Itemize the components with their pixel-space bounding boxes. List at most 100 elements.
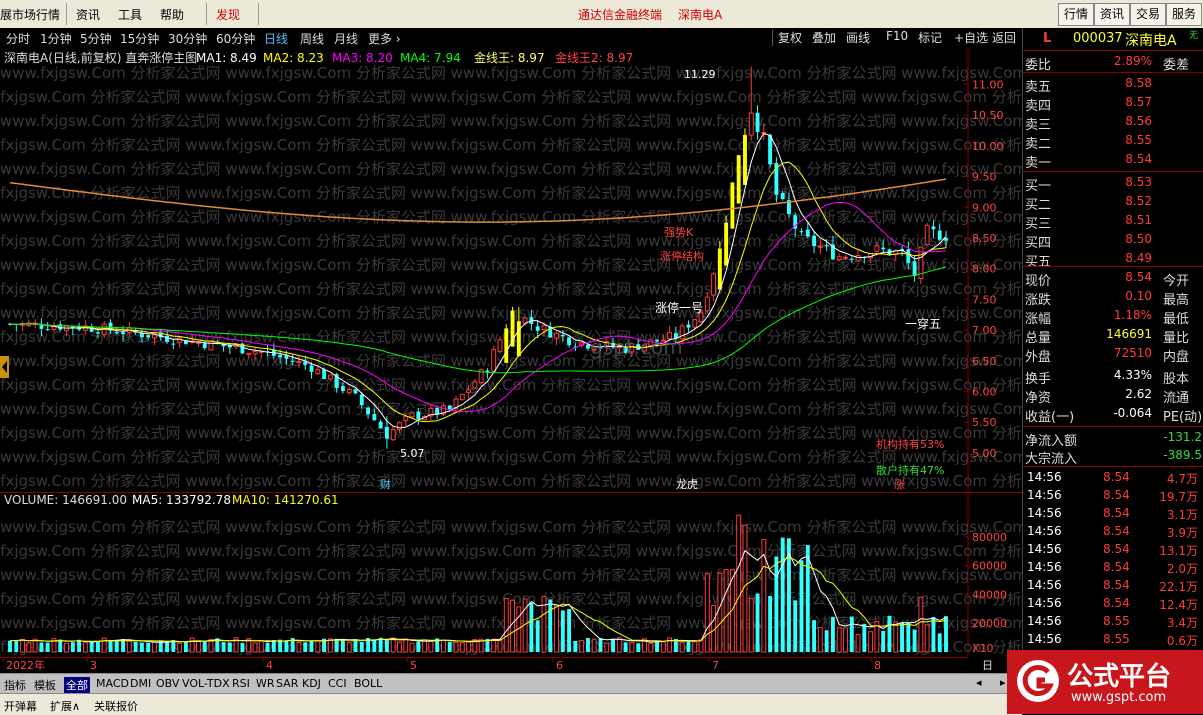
tool-mark[interactable]: 标记 bbox=[918, 29, 942, 46]
tick-price: 8.54 bbox=[1103, 560, 1130, 574]
period-monthly[interactable]: 月线 bbox=[334, 30, 358, 47]
trade-button[interactable]: 交易 bbox=[1130, 3, 1166, 26]
tool-f10[interactable]: F10 bbox=[886, 29, 908, 43]
tick-time: 14:56 bbox=[1027, 524, 1062, 538]
volume-bar bbox=[918, 596, 924, 653]
tool-draw-line[interactable]: 画线 bbox=[846, 29, 870, 46]
stat-value: 2.62 bbox=[1125, 387, 1152, 401]
institution-holding: 机构持有53% bbox=[876, 437, 944, 451]
period-weekly[interactable]: 周线 bbox=[300, 30, 324, 47]
stat-value: 8.54 bbox=[1125, 270, 1152, 284]
toggle-barrage[interactable]: 开弹幕 bbox=[4, 698, 37, 714]
tab-obv[interactable]: OBV bbox=[156, 677, 179, 690]
volume-bar bbox=[77, 639, 82, 652]
stat-row: 换手 4.33% 股本 bbox=[1023, 367, 1203, 387]
tool-restore-rights[interactable]: 复权 bbox=[778, 29, 802, 46]
watermark-text: www.fxjgsw.Com 分析家公式网 www.fxjgsw.Com 分析家… bbox=[0, 352, 1022, 370]
service-button[interactable]: 服务 bbox=[1166, 3, 1202, 26]
period-daily[interactable]: 日线 bbox=[264, 30, 288, 47]
candle-body bbox=[780, 192, 785, 200]
tool-overlay[interactable]: 叠加 bbox=[812, 29, 836, 46]
tab-rsi[interactable]: RSI bbox=[232, 677, 250, 690]
candle-body bbox=[459, 393, 465, 401]
price-tick-label: 5.50 bbox=[972, 416, 997, 429]
period-5min[interactable]: 5分钟 bbox=[80, 30, 112, 47]
menu-discover[interactable]: 发现 bbox=[216, 6, 240, 23]
tick-price: 8.54 bbox=[1103, 470, 1130, 484]
menu-market[interactable]: 展市场行情 bbox=[0, 6, 60, 23]
watermark-text: www.fxjgsw.Com 分析家公式网 www.fxjgsw.Com 分析家… bbox=[0, 64, 1022, 82]
candle-body bbox=[397, 422, 402, 431]
buy-price: 8.51 bbox=[1125, 213, 1152, 227]
period-fenshi[interactable]: 分时 bbox=[6, 30, 30, 47]
volume-bar bbox=[315, 640, 321, 653]
period-30min[interactable]: 30分钟 bbox=[168, 30, 207, 47]
volume-bar bbox=[893, 621, 899, 653]
news-button[interactable]: 资讯 bbox=[1094, 3, 1130, 26]
period-60min[interactable]: 60分钟 bbox=[216, 30, 255, 47]
buy-level-label: 买三 bbox=[1025, 217, 1052, 232]
price-tick-label: 7.00 bbox=[972, 324, 997, 337]
menu-help[interactable]: 帮助 bbox=[160, 6, 184, 23]
menu-news[interactable]: 资讯 bbox=[76, 6, 100, 23]
tab-sar[interactable]: SAR bbox=[276, 677, 298, 690]
volume-bar bbox=[812, 620, 817, 652]
tick-price: 8.54 bbox=[1103, 506, 1130, 520]
candle-body bbox=[246, 352, 252, 355]
volume-bar bbox=[774, 556, 779, 652]
expand-button[interactable]: 扩展∧ bbox=[50, 698, 80, 714]
left-scroll-handle[interactable] bbox=[0, 356, 9, 378]
tab-vol-tdx[interactable]: VOL-TDX bbox=[182, 677, 230, 690]
volume-bar bbox=[334, 638, 339, 652]
tick-time: 14:56 bbox=[1027, 470, 1062, 484]
volume-bar bbox=[548, 599, 553, 652]
volume-bar bbox=[284, 640, 289, 652]
volume-bar bbox=[862, 623, 867, 652]
stat-label-secondary: 最高 bbox=[1163, 293, 1190, 308]
period-more[interactable]: 更多 › bbox=[368, 30, 401, 47]
tick-row: 14:56 8.54 4.7万 bbox=[1023, 469, 1203, 487]
volume-bar bbox=[686, 641, 691, 652]
related-quote[interactable]: 关联报价 bbox=[94, 698, 138, 714]
tool-back[interactable]: 返回 bbox=[992, 29, 1016, 46]
volume-bar bbox=[510, 599, 515, 653]
event-mark-cai[interactable]: 财 bbox=[380, 477, 391, 491]
tool-add-favorite[interactable]: +自选 bbox=[954, 29, 988, 46]
price-tick-label: 9.00 bbox=[972, 201, 997, 214]
candle-body bbox=[466, 389, 472, 393]
tab-indicator[interactable]: 指标 bbox=[4, 677, 26, 693]
kline-chart[interactable]: www.fxjgsw.Com 分析家公式网 www.fxjgsw.Com 分析家… bbox=[0, 48, 1022, 492]
tab-cci[interactable]: CCI bbox=[328, 677, 347, 690]
volume-bar bbox=[793, 600, 798, 652]
tab-macd[interactable]: MACD bbox=[96, 677, 129, 690]
period-15min[interactable]: 15分钟 bbox=[120, 30, 159, 47]
volume-chart[interactable]: www.fxjgsw.Com 分析家公式网 www.fxjgsw.Com 分析家… bbox=[0, 492, 1022, 657]
scroll-right-icon[interactable]: ▸ bbox=[1000, 676, 1006, 689]
tab-wr[interactable]: WR bbox=[256, 677, 275, 690]
sell-order-row: 卖二 8.55 bbox=[1023, 132, 1203, 152]
tab-kdj[interactable]: KDJ bbox=[302, 677, 321, 690]
volume-bar bbox=[58, 639, 63, 652]
scroll-left-icon[interactable]: ◂ bbox=[976, 676, 982, 689]
event-mark-zhang[interactable]: 涨 bbox=[894, 478, 905, 491]
volume-bar bbox=[887, 615, 892, 652]
tick-time: 14:56 bbox=[1027, 614, 1062, 628]
candle-body bbox=[567, 337, 572, 346]
tab-boll[interactable]: BOLL bbox=[354, 677, 382, 690]
volume-bar bbox=[906, 622, 911, 652]
volume-bar bbox=[611, 638, 616, 652]
watermark-text: www.fxjgsw.Com 分析家公式网 www.fxjgsw.Com 分析家… bbox=[0, 448, 1022, 466]
volume-bar bbox=[202, 641, 207, 652]
event-mark-longhu[interactable]: 龙虎 bbox=[676, 478, 698, 491]
tab-all[interactable]: 全部 bbox=[64, 677, 90, 693]
tab-dmi[interactable]: DMI bbox=[130, 677, 151, 690]
stat-value: 146691 bbox=[1106, 327, 1152, 341]
stat-label-secondary: 股本 bbox=[1163, 372, 1190, 387]
period-1min[interactable]: 1分钟 bbox=[40, 30, 72, 47]
buy-price: 8.49 bbox=[1125, 251, 1152, 265]
quote-button[interactable]: 行情 bbox=[1058, 3, 1094, 26]
buy-price: 8.52 bbox=[1125, 194, 1152, 208]
candle-body bbox=[114, 332, 119, 334]
tab-template[interactable]: 模板 bbox=[34, 677, 56, 693]
menu-tools[interactable]: 工具 bbox=[118, 6, 142, 23]
